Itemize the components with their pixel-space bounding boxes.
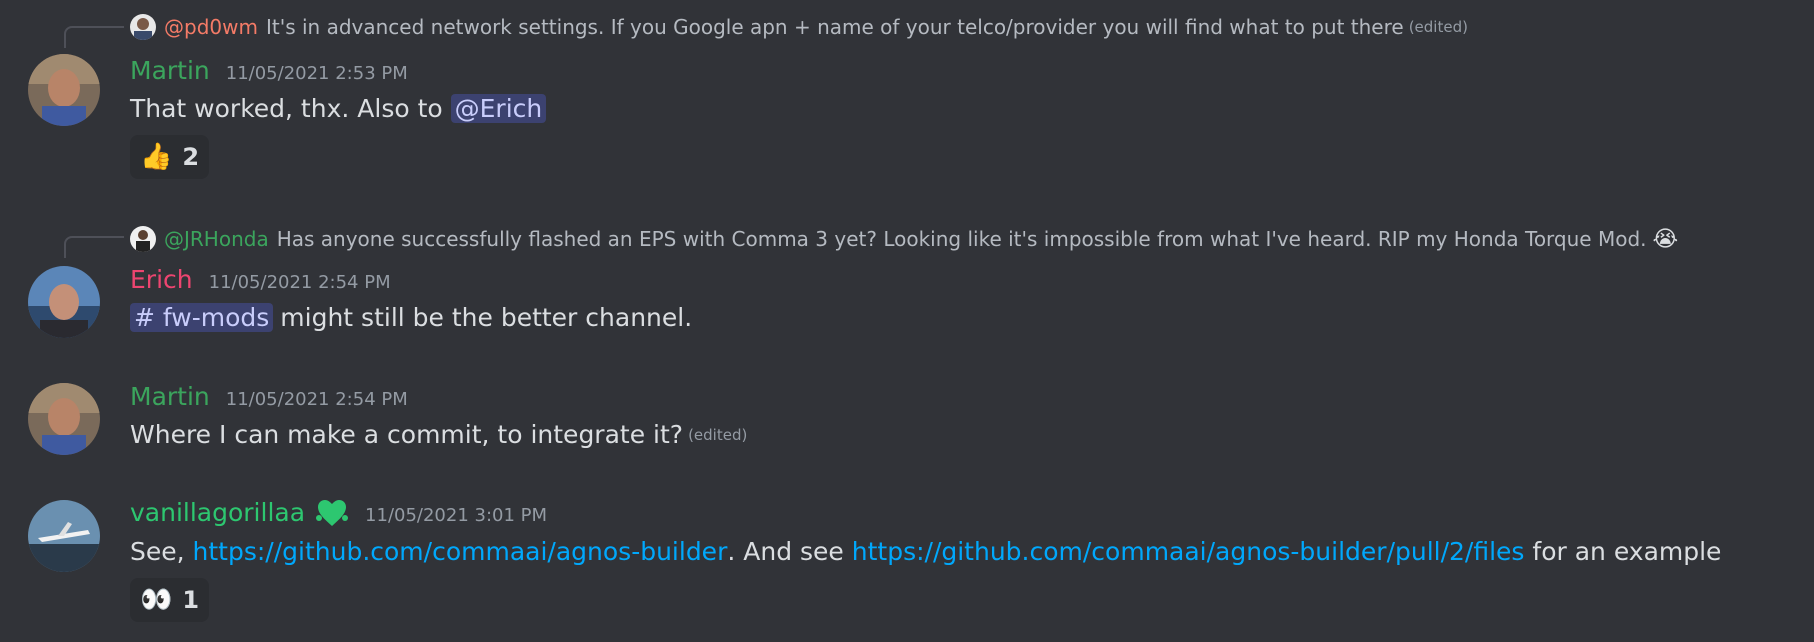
reply-preview[interactable]: @JRHonda Has anyone successfully flashed… [130, 224, 1678, 254]
edited-label: (edited) [1408, 18, 1468, 36]
link-agnos-builder[interactable]: https://github.com/commaai/agnos-builder [193, 537, 728, 566]
timestamp: 11/05/2021 2:54 PM [225, 389, 408, 410]
message-header: vanillagorillaa 11/05/2021 3:01 PM [130, 498, 547, 528]
message-text: That worked, thx. Also to [130, 94, 451, 123]
username[interactable]: Martin [130, 382, 210, 411]
reply-connector [64, 236, 124, 258]
avatar[interactable] [28, 54, 100, 126]
reaction-button[interactable]: 👍 2 [130, 135, 210, 179]
hash-icon: # [134, 303, 163, 332]
reaction-count: 2 [182, 143, 200, 171]
message-header: Erich 11/05/2021 2:54 PM [130, 265, 391, 294]
message-content: # fw-mods might still be the better chan… [130, 303, 692, 332]
username[interactable]: vanillagorillaa [130, 498, 305, 527]
reply-text: Has anyone successfully flashed an EPS w… [276, 227, 1647, 251]
message-text-prefix: See, [130, 537, 193, 566]
reply-mention[interactable]: @JRHonda [164, 227, 269, 251]
reply-preview[interactable]: @pd0wm It's in advanced network settings… [130, 12, 1468, 42]
avatar[interactable] [28, 383, 100, 455]
reaction-count: 1 [182, 586, 200, 614]
reply-text: It's in advanced network settings. If yo… [265, 15, 1404, 39]
thumbs-up-icon: 👍 [140, 142, 173, 172]
channel-mention[interactable]: # fw-mods [130, 303, 274, 332]
link-agnos-builder-pull[interactable]: https://github.com/commaai/agnos-builder… [852, 537, 1525, 566]
avatar[interactable] [28, 266, 100, 338]
message-content: See, https://github.com/commaai/agnos-bu… [130, 537, 1721, 566]
crying-emoji-icon: 😭 [1652, 226, 1679, 252]
nitro-boost-heart-icon [315, 498, 349, 528]
username[interactable]: Erich [130, 265, 193, 294]
reply-avatar [130, 14, 156, 40]
message-content: That worked, thx. Also to @Erich [130, 94, 547, 123]
message-header: Martin 11/05/2021 2:54 PM [130, 382, 408, 411]
message-text: might still be the better channel. [280, 303, 693, 332]
timestamp: 11/05/2021 3:01 PM [365, 505, 548, 526]
username[interactable]: Martin [130, 56, 210, 85]
user-mention[interactable]: @Erich [450, 94, 547, 123]
channel-name: fw-mods [162, 303, 270, 332]
message-text: Where I can make a commit, to integrate … [130, 420, 684, 449]
message-text-suffix: for an example [1524, 537, 1722, 566]
reply-mention[interactable]: @pd0wm [164, 15, 258, 39]
reaction-button[interactable]: 👀 1 [130, 578, 210, 622]
timestamp: 11/05/2021 2:53 PM [225, 63, 408, 84]
message-content: Where I can make a commit, to integrate … [130, 420, 747, 449]
reply-connector [64, 26, 124, 48]
reply-avatar [130, 226, 156, 252]
avatar[interactable] [28, 500, 100, 572]
timestamp: 11/05/2021 2:54 PM [208, 272, 391, 293]
edited-label: (edited) [688, 425, 748, 444]
message-text-mid: . And see [727, 537, 852, 566]
eyes-icon: 👀 [140, 585, 173, 615]
message-header: Martin 11/05/2021 2:53 PM [130, 56, 408, 85]
